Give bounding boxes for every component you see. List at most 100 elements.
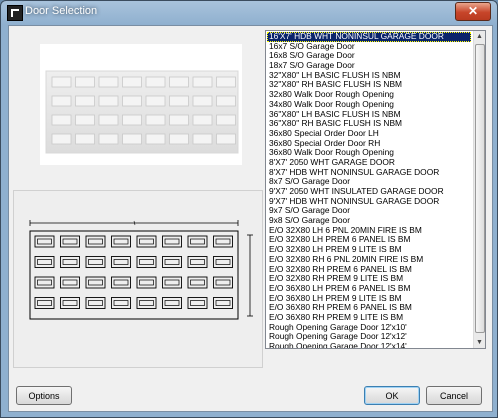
door-list-item[interactable]: 8'X7' 2050 WHT GARAGE DOOR	[267, 158, 471, 168]
door-panel	[139, 300, 154, 306]
door-panel	[122, 133, 142, 145]
door-panel	[213, 297, 233, 309]
door-panel	[190, 300, 205, 306]
door-list-item[interactable]: E/O 36X80 LH PREM 6 PANEL IS BM	[267, 284, 471, 294]
app-icon	[7, 5, 23, 21]
door-list-item[interactable]: E/O 32X80 LH PREM 9 LITE IS BM	[267, 245, 471, 255]
door-list-item[interactable]: 9'X7' HDB WHT NONINSUL GARAGE DOOR	[267, 197, 471, 207]
door-panel	[88, 279, 103, 286]
door-panel	[122, 76, 142, 88]
door-panel	[216, 114, 236, 126]
door-panel	[164, 259, 180, 265]
door-panel	[145, 114, 166, 126]
door-list-item[interactable]: 8x7 S/O Garage Door	[267, 177, 471, 187]
door-list-item[interactable]: E/O 32X80 RH PREM 6 PANEL IS BM	[267, 265, 471, 275]
door-panel	[88, 300, 103, 306]
door-panel	[192, 133, 213, 145]
door-panel	[215, 238, 231, 245]
door-list-item[interactable]: 9x8 S/O Garage Door	[267, 216, 471, 226]
door-panel	[88, 238, 103, 245]
door-panel	[51, 114, 72, 126]
close-button[interactable]: ✕	[455, 2, 491, 21]
door-list-item[interactable]: Rough Opening Garage Door 12'x14'	[267, 342, 471, 348]
options-button[interactable]: Options	[16, 386, 72, 405]
door-panel	[216, 133, 236, 145]
door-panel	[187, 276, 208, 289]
scroll-thumb[interactable]	[475, 44, 485, 333]
door-list-item[interactable]: 16x8 S/O Garage Door	[267, 51, 471, 61]
door-list-item[interactable]: 36x80 Special Order Door RH	[267, 139, 471, 149]
door-panel	[162, 276, 182, 289]
door-list-item[interactable]: E/O 36X80 LH PREM 9 LITE IS BM	[267, 294, 471, 304]
door-panel	[62, 300, 78, 306]
door-panel	[169, 114, 189, 126]
door-panel	[37, 259, 52, 265]
door-listbox[interactable]: 16'X7' HDB WHT NONINSUL GARAGE DOOR 16x7 …	[265, 30, 486, 349]
door-panel	[192, 114, 213, 126]
door-list-item[interactable]: 34x80 Walk Door Rough Opening	[267, 100, 471, 110]
door-panel	[98, 114, 119, 126]
door-panel	[164, 279, 180, 286]
door-list-item[interactable]: 16x7 S/O Garage Door	[267, 42, 471, 52]
title-bar[interactable]: Door Selection ✕	[1, 1, 497, 23]
cancel-button[interactable]: Cancel	[426, 386, 482, 405]
door-panel	[136, 276, 157, 289]
door-panel	[62, 279, 78, 286]
door-list-item[interactable]: E/O 32X80 LH 6 PNL 20MIN FIRE IS BM	[267, 226, 471, 236]
door-list-item[interactable]: 36x80 Walk Door Rough Opening	[267, 148, 471, 158]
door-list-item[interactable]: 36"X80" LH BASIC FLUSH IS NBM	[267, 110, 471, 120]
door-panel	[215, 279, 231, 286]
door-panel	[88, 259, 103, 265]
door-panel	[98, 95, 119, 107]
door-panel	[139, 259, 154, 265]
door-list-item[interactable]: 8'X7' HDB WHT NONINSUL GARAGE DOOR	[267, 168, 471, 178]
door-panel	[164, 300, 180, 306]
door-list-item[interactable]: 32"X80" RH BASIC FLUSH IS NBM	[267, 80, 471, 90]
door-panel	[75, 95, 95, 107]
door-panel	[187, 235, 208, 248]
door-panel	[62, 238, 78, 245]
door-panel	[213, 256, 233, 268]
door-list-item[interactable]: E/O 32X80 RH 6 PNL 20MIN FIRE IS BM	[267, 255, 471, 265]
door-panel	[113, 300, 129, 306]
door-panel	[169, 95, 189, 107]
door-list-item[interactable]: Rough Opening Garage Door 12'x10'	[267, 323, 471, 333]
door-panel	[75, 133, 95, 145]
door-panel	[169, 76, 189, 88]
door-panel	[37, 279, 52, 286]
door-list-item[interactable]: E/O 32X80 RH PREM 9 LITE IS BM	[267, 274, 471, 284]
door-list-item[interactable]: Rough Opening Garage Door 12'x12'	[267, 332, 471, 342]
door-panel	[213, 276, 233, 289]
door-panel	[192, 95, 213, 107]
door-panel	[215, 300, 231, 306]
door-panel	[187, 297, 208, 309]
door-panel	[162, 235, 182, 248]
door-panel	[192, 76, 213, 88]
door-panel	[37, 300, 52, 306]
door-list-item[interactable]: E/O 36X80 RH PREM 9 LITE IS BM	[267, 313, 471, 323]
door-list-item[interactable]: E/O 36X80 RH PREM 6 PANEL IS BM	[267, 303, 471, 313]
door-list-item[interactable]: 9'X7' 2050 WHT INSULATED GARAGE DOOR	[267, 187, 471, 197]
door-list-item[interactable]: 18x7 S/O Garage Door	[267, 61, 471, 71]
door-list-item[interactable]: 36"X80" RH BASIC FLUSH IS NBM	[267, 119, 471, 129]
door-list-item[interactable]: 16'X7' HDB WHT NONINSUL GARAGE DOOR	[267, 32, 471, 42]
door-list-item[interactable]: E/O 32X80 LH PREM 6 PANEL IS BM	[267, 235, 471, 245]
door-panel	[145, 95, 166, 107]
list-scrollbar[interactable]: ▲ ▼	[473, 31, 485, 348]
door-list-item[interactable]: 9x7 S/O Garage Door	[267, 206, 471, 216]
door-panel	[139, 238, 154, 245]
door-panel	[216, 76, 236, 88]
door-panel	[51, 76, 72, 88]
door-panel	[213, 235, 233, 248]
door-panel	[162, 256, 182, 268]
scroll-down-arrow-icon[interactable]: ▼	[474, 337, 485, 348]
door-panel	[169, 133, 189, 145]
scroll-up-arrow-icon[interactable]: ▲	[474, 31, 485, 42]
door-list: 16'X7' HDB WHT NONINSUL GARAGE DOOR 16x7 …	[267, 32, 471, 348]
ok-button[interactable]: OK	[364, 386, 420, 405]
door-list-item[interactable]: 36x80 Special Order Door LH	[267, 129, 471, 139]
door-panel	[75, 76, 95, 88]
door-elevation-preview	[13, 190, 263, 368]
door-list-item[interactable]: 32"X80" LH BASIC FLUSH IS NBM	[267, 71, 471, 81]
door-list-item[interactable]: 32x80 Walk Door Rough Opening	[267, 90, 471, 100]
